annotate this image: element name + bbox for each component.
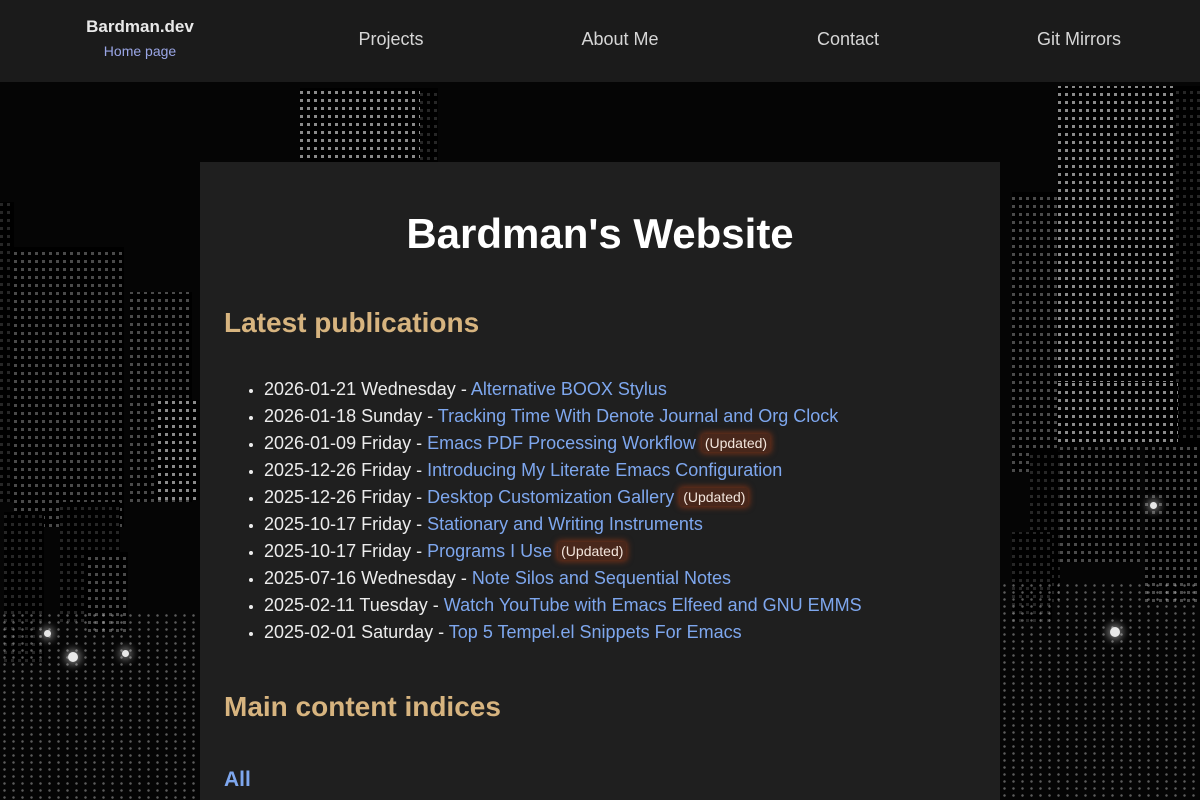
publication-link[interactable]: Emacs PDF Processing Workflow (427, 433, 696, 453)
publication-date: 2026-01-09 Friday (264, 433, 412, 453)
publication-link[interactable]: Watch YouTube with Emacs Elfeed and GNU … (444, 595, 862, 615)
top-navigation-bar: Bardman.dev Home page Projects About Me … (0, 0, 1200, 82)
nav-link-contact[interactable]: Contact (817, 28, 879, 50)
publication-separator: - (433, 622, 449, 642)
publication-link[interactable]: Tracking Time With Denote Journal and Or… (438, 406, 839, 426)
publication-item: 2025-10-17 Friday - Stationary and Writi… (264, 511, 976, 538)
publication-separator: - (411, 433, 428, 453)
publication-item: 2025-07-16 Wednesday - Note Silos and Se… (264, 565, 976, 592)
publication-date: 2026-01-21 Wednesday (264, 379, 456, 399)
publication-link[interactable]: Introducing My Literate Emacs Configurat… (427, 460, 782, 480)
publication-date: 2025-02-11 Tuesday (264, 595, 428, 615)
updated-badge: (Updated) (558, 542, 627, 560)
publication-link[interactable]: Stationary and Writing Instruments (427, 514, 703, 534)
nav-link-about-me[interactable]: About Me (581, 28, 658, 50)
publication-separator: - (422, 406, 438, 426)
brand-name[interactable]: Bardman.dev (60, 16, 220, 38)
main-content-panel: Bardman's Website Latest publications 20… (200, 162, 1000, 800)
publication-link[interactable]: Desktop Customization Gallery (427, 487, 674, 507)
page-title: Bardman's Website (406, 210, 794, 257)
publication-separator: - (411, 541, 428, 561)
publication-separator: - (427, 595, 444, 615)
publication-date: 2026-01-18 Sunday (264, 406, 423, 426)
publication-separator: - (455, 379, 471, 399)
publication-item: 2025-12-26 Friday - Introducing My Liter… (264, 457, 976, 484)
index-all-link[interactable]: All (224, 768, 251, 792)
publication-date: 2025-12-26 Friday (264, 460, 412, 480)
publication-date: 2025-07-16 Wednesday (264, 568, 456, 588)
publication-date: 2025-10-17 Friday (264, 514, 412, 534)
updated-badge: (Updated) (701, 434, 771, 452)
publication-item: 2026-01-21 Wednesday - Alternative BOOX … (264, 376, 976, 403)
publication-item: 2026-01-18 Sunday - Tracking Time With D… (264, 403, 976, 430)
updated-badge: (Updated) (680, 488, 749, 506)
brand-home-link[interactable]: Home page (60, 38, 220, 64)
publication-link[interactable]: Alternative BOOX Stylus (471, 379, 667, 399)
publication-item: 2025-02-11 Tuesday - Watch YouTube with … (264, 592, 976, 619)
main-content-indices-heading: Main content indices (224, 691, 501, 722)
nav-link-git-mirrors[interactable]: Git Mirrors (1037, 28, 1121, 50)
publication-separator: - (455, 568, 472, 588)
publication-link[interactable]: Programs I Use (427, 541, 552, 561)
publication-separator: - (411, 514, 428, 534)
publication-item: 2026-01-09 Friday - Emacs PDF Processing… (264, 430, 976, 457)
publication-item: 2025-10-17 Friday - Programs I Use (Updat… (264, 538, 976, 565)
brand[interactable]: Bardman.dev Home page (60, 16, 220, 64)
publication-list: 2026-01-21 Wednesday - Alternative BOOX … (224, 376, 976, 646)
publication-link[interactable]: Top 5 Tempel.el Snippets For Emacs (449, 622, 742, 642)
page: Bardman.dev Home page Projects About Me … (0, 0, 1200, 800)
publication-separator: - (411, 460, 428, 480)
nav-link-projects[interactable]: Projects (358, 28, 423, 50)
latest-publications-heading: Latest publications (224, 307, 480, 338)
publication-date: 2025-12-26 Friday (264, 487, 412, 507)
publication-link[interactable]: Note Silos and Sequential Notes (472, 568, 731, 588)
publication-item: 2025-02-01 Saturday - Top 5 Tempel.el Sn… (264, 619, 976, 646)
publication-date: 2025-02-01 Saturday (264, 622, 434, 642)
publication-date: 2025-10-17 Friday (264, 541, 412, 561)
publication-separator: - (411, 487, 428, 507)
publication-item: 2025-12-26 Friday - Desktop Customizatio… (264, 484, 976, 511)
